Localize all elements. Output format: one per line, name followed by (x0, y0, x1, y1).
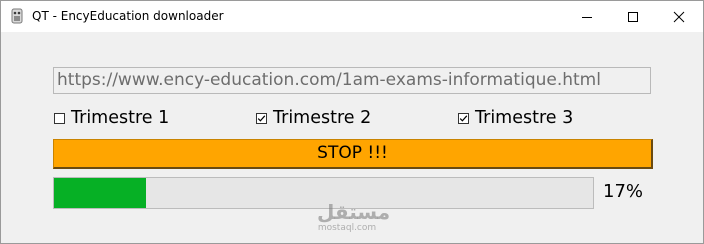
mostaql-watermark: مستقل mostaql.com (317, 200, 391, 243)
checkbox-box[interactable] (256, 112, 267, 124)
url-input[interactable]: https://www.ency-education.com/1am-exams… (53, 67, 651, 94)
minimize-button[interactable] (564, 1, 610, 32)
checkbox-trimestre-1[interactable]: Trimestre 1 (54, 107, 169, 129)
close-button[interactable] (656, 1, 702, 32)
checkbox-box[interactable] (458, 112, 469, 124)
checkbox-label: Trimestre 3 (475, 108, 574, 128)
stop-button[interactable]: STOP !!! (53, 139, 653, 169)
maximize-button[interactable] (610, 1, 656, 32)
watermark-latin: mostaql.com (317, 223, 377, 233)
window-title: QT - EncyEducation downloader (32, 9, 224, 23)
check-icon (257, 114, 266, 122)
close-icon (673, 11, 685, 23)
checkbox-label: Trimestre 2 (273, 108, 372, 128)
maximize-icon (628, 12, 638, 22)
progress-percent: 17% (603, 181, 644, 202)
checkbox-trimestre-2[interactable]: Trimestre 2 (256, 107, 371, 129)
qt-app-icon (9, 8, 25, 24)
progress-fill (54, 178, 146, 208)
watermark-arabic: مستقل (317, 200, 391, 224)
minimize-icon (582, 17, 592, 18)
checkbox-trimestre-3[interactable]: Trimestre 3 (458, 107, 573, 129)
title-bar[interactable]: QT - EncyEducation downloader (1, 1, 703, 32)
app-window: QT - EncyEducation downloader https://ww… (0, 0, 704, 244)
checkbox-box[interactable] (54, 112, 65, 124)
check-icon (459, 114, 468, 122)
checkbox-label: Trimestre 1 (71, 108, 170, 128)
